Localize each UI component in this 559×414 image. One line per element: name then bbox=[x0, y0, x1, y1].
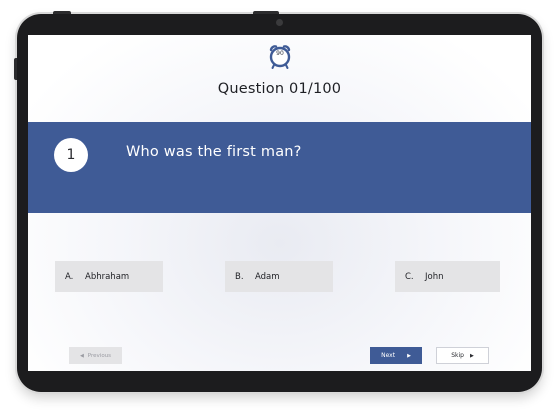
tablet-frame: 90 Question 01/100 1 Who was the first m… bbox=[14, 11, 542, 392]
option-letter: C. bbox=[405, 271, 414, 282]
answer-option-a[interactable]: A. Abhraham bbox=[55, 261, 163, 292]
left-arrow-icon: ◀ bbox=[79, 352, 84, 359]
previous-button[interactable]: ◀ Previous bbox=[69, 347, 122, 364]
question-text: Who was the first man? bbox=[126, 144, 302, 160]
answer-option-c[interactable]: C. John bbox=[395, 261, 500, 292]
power-button bbox=[53, 11, 71, 14]
skip-button[interactable]: Skip ▶ bbox=[436, 347, 489, 364]
question-number-badge: 1 bbox=[54, 138, 88, 172]
option-letter: B. bbox=[235, 271, 244, 282]
question-counter: Question 01/100 bbox=[217, 81, 342, 97]
previous-label: Previous bbox=[87, 352, 112, 359]
skip-label: Skip bbox=[451, 352, 464, 359]
timer-value: 90 bbox=[276, 50, 284, 57]
quiz-screen: 90 Question 01/100 1 Who was the first m… bbox=[28, 35, 531, 371]
question-banner: 1 Who was the first man? bbox=[28, 122, 531, 213]
option-text: Adam bbox=[255, 271, 280, 282]
next-label: Next bbox=[381, 352, 396, 359]
option-text: John bbox=[425, 271, 444, 282]
next-button[interactable]: Next ▶ bbox=[370, 347, 422, 364]
side-button bbox=[14, 58, 17, 80]
right-arrow-icon: ▶ bbox=[469, 352, 474, 359]
option-text: Abhraham bbox=[85, 271, 130, 282]
answer-option-b[interactable]: B. Adam bbox=[225, 261, 333, 292]
camera-dot bbox=[276, 19, 283, 26]
option-letter: A. bbox=[65, 271, 74, 282]
alarm-clock-icon bbox=[269, 45, 291, 69]
volume-button bbox=[253, 11, 279, 14]
timer: 90 bbox=[268, 44, 292, 70]
right-arrow-icon: ▶ bbox=[407, 352, 411, 359]
